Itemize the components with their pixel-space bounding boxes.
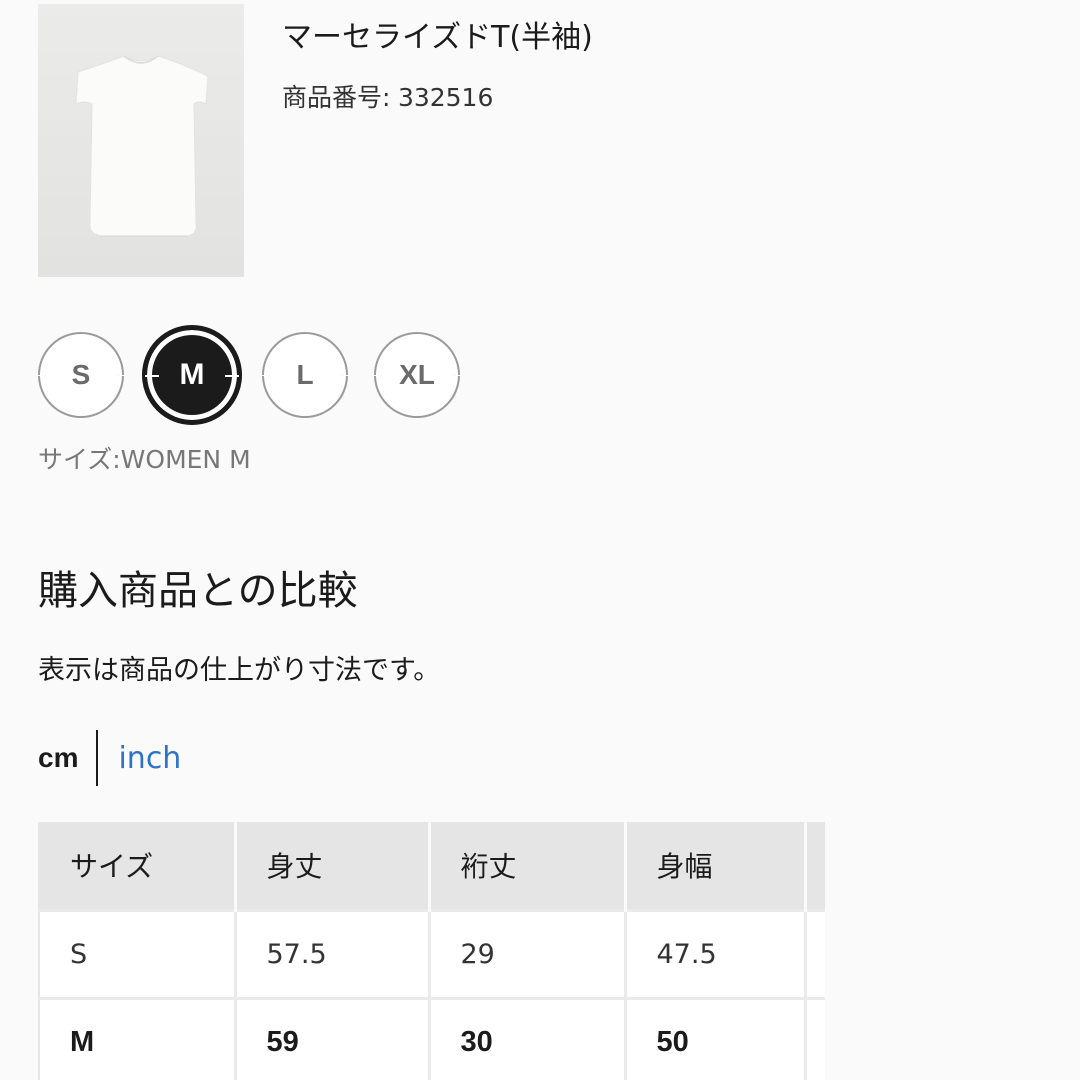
cell-body-width: 50	[625, 996, 807, 1080]
white-tshirt-image	[38, 4, 244, 277]
cell-sleeve-length: 30	[429, 996, 627, 1080]
unit-divider	[96, 730, 99, 786]
unit-toggle: cm inch	[38, 730, 181, 786]
unit-cm-option[interactable]: cm	[38, 742, 78, 774]
header-body-width: 身幅	[625, 822, 807, 910]
header-sleeve-length: 裄丈	[429, 822, 627, 910]
cell-sleeve-length: 29	[429, 908, 627, 998]
cell-overflow	[805, 908, 825, 998]
header-body-length: 身丈	[235, 822, 431, 910]
cell-size: S	[38, 908, 237, 998]
size-option-m[interactable]: M	[142, 325, 242, 425]
product-number: 商品番号: 332516	[282, 78, 493, 114]
cell-size: M	[38, 996, 237, 1080]
header-overflow-column	[805, 822, 825, 910]
table-row: S 57.5 29 47.5	[38, 908, 825, 998]
comparison-note: 表示は商品の仕上がり寸法です。	[38, 655, 441, 686]
product-name: マーセライズドT(半袖)	[282, 20, 593, 55]
cell-body-width: 47.5	[625, 908, 807, 998]
selected-size-caption: サイズ:WOMEN M	[38, 445, 251, 474]
product-thumbnail[interactable]	[38, 4, 244, 277]
cell-body-length: 57.5	[235, 908, 431, 998]
unit-inch-link[interactable]: inch	[118, 741, 181, 776]
header-size: サイズ	[38, 822, 237, 910]
product-number-label: 商品番号:	[282, 83, 391, 112]
size-comparison-table: サイズ 身丈 裄丈 身幅 S 57.5 29 47.5 M 59 30 50	[38, 822, 825, 1080]
comparison-title: 購入商品との比較	[38, 568, 358, 614]
size-option-xl[interactable]: XL	[374, 332, 460, 418]
product-number-value: 332516	[397, 83, 494, 112]
size-option-l[interactable]: L	[262, 332, 348, 418]
cell-body-length: 59	[235, 996, 431, 1080]
cell-overflow	[805, 996, 825, 1080]
size-option-s[interactable]: S	[38, 332, 124, 418]
table-row-current: M 59 30 50	[38, 996, 825, 1080]
table-header-row: サイズ 身丈 裄丈 身幅	[38, 822, 825, 910]
